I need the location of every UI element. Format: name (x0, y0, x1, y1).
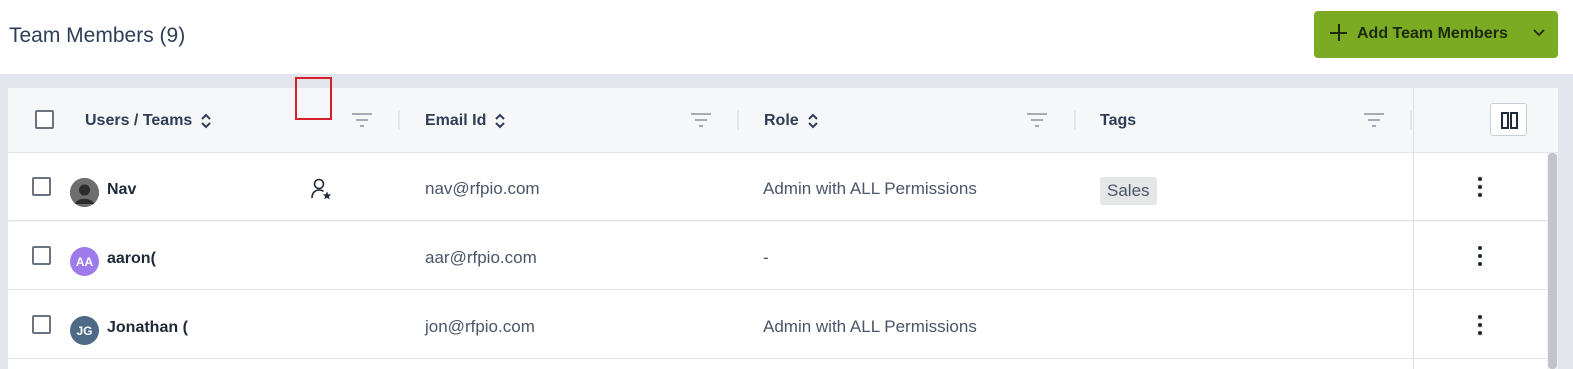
sort-icon[interactable] (201, 113, 212, 129)
owner-user-star-icon[interactable] (309, 177, 333, 201)
column-divider[interactable] (1410, 110, 1412, 130)
user-photo-icon (70, 178, 99, 207)
row-checkbox[interactable] (32, 246, 51, 265)
select-all-checkbox[interactable] (35, 110, 54, 129)
vertical-scrollbar[interactable] (1547, 153, 1558, 369)
column-header-users[interactable]: Users / Teams (85, 88, 212, 153)
row-checkbox[interactable] (32, 315, 51, 334)
sort-icon[interactable] (807, 113, 818, 129)
user-email: aar@rfpio.com (425, 248, 537, 267)
avatar (70, 178, 99, 207)
filter-icon[interactable] (690, 111, 712, 129)
table-header: Users / Teams Email Id Role Tags (8, 88, 1558, 153)
table-row[interactable]: AA aaron( aar@rfpio.com - (8, 222, 1558, 290)
sort-icon[interactable] (495, 113, 506, 129)
plus-icon (1327, 21, 1351, 45)
page-header: Team Members (9) Add Team Members (0, 0, 1573, 74)
user-name[interactable]: Jonathan ( (107, 319, 193, 337)
column-title: Role (764, 111, 799, 129)
column-divider[interactable] (737, 110, 739, 130)
user-role: Admin with ALL Permissions (763, 317, 977, 336)
filter-icon[interactable] (1026, 111, 1048, 129)
row-checkbox[interactable] (32, 177, 51, 196)
highlight-box (295, 77, 332, 120)
team-members-table: Users / Teams Email Id Role Tags Nav nav… (8, 88, 1558, 369)
filter-icon[interactable] (1363, 111, 1385, 129)
user-role: Admin with ALL Permissions (763, 179, 977, 198)
page-title: Team Members (9) (9, 24, 186, 47)
user-email: nav@rfpio.com (425, 179, 540, 198)
user-email: jon@rfpio.com (425, 317, 535, 336)
add-team-members-label: Add Team Members (1357, 25, 1508, 42)
avatar: JG (70, 316, 99, 345)
column-header-role[interactable]: Role (764, 88, 818, 153)
table-row[interactable]: JG Jonathan ( jon@rfpio.com Admin with A… (8, 291, 1558, 359)
column-settings-button[interactable] (1490, 103, 1527, 136)
add-team-members-button[interactable]: Add Team Members (1314, 11, 1558, 58)
column-title: Tags (1100, 111, 1137, 129)
table-row[interactable]: Nav nav@rfpio.com Admin with ALL Permiss… (8, 153, 1558, 221)
avatar: AA (70, 247, 99, 276)
column-divider[interactable] (1074, 110, 1076, 130)
scrollbar-thumb[interactable] (1548, 153, 1557, 369)
column-title: Users / Teams (85, 111, 193, 129)
user-role: - (763, 248, 769, 267)
tag-badge: Sales (1100, 177, 1157, 205)
actions-column (1413, 88, 1558, 369)
user-name[interactable]: Nav (107, 181, 141, 199)
chevron-down-icon[interactable] (1532, 26, 1546, 40)
column-header-email[interactable]: Email Id (425, 88, 506, 153)
column-divider[interactable] (398, 110, 400, 130)
user-name[interactable]: aaron( (107, 250, 162, 268)
filter-icon[interactable] (351, 111, 373, 129)
column-header-tags[interactable]: Tags (1100, 88, 1136, 153)
column-title: Email Id (425, 111, 487, 129)
columns-icon (1501, 112, 1518, 129)
